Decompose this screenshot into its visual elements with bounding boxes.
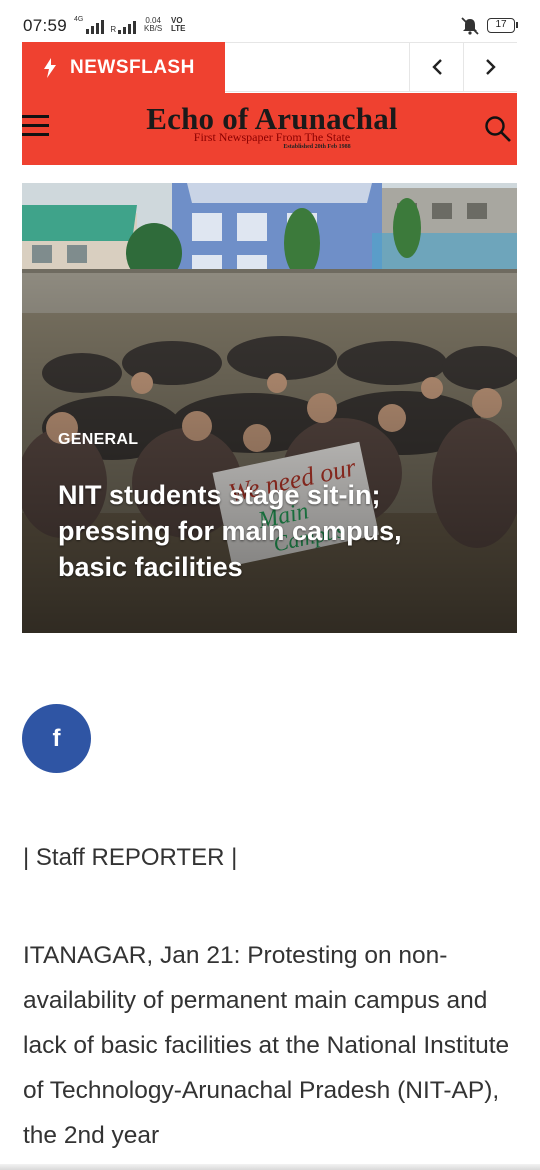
lightning-icon — [44, 57, 56, 78]
facebook-icon: f — [52, 724, 61, 752]
speed-unit: KB/S — [144, 24, 163, 33]
facebook-share-button[interactable]: f — [22, 704, 91, 773]
hero-article[interactable]: We need our Main Campus GENERAL NIT stud… — [22, 183, 517, 633]
signal-icon: 4G R — [74, 16, 137, 34]
search-icon[interactable] — [484, 115, 512, 143]
site-logo[interactable]: Echo of Arunachal First Newspaper From T… — [132, 103, 412, 151]
article-headline[interactable]: NIT students stage sit-in; pressing for … — [58, 477, 458, 585]
battery-icon: 17 — [487, 18, 518, 33]
article-category[interactable]: GENERAL — [58, 431, 138, 449]
menu-icon[interactable] — [22, 115, 49, 139]
volte-indicator: VO LTE — [171, 17, 186, 33]
article-body: ITANAGAR, Jan 21: Protesting on non-avai… — [23, 942, 510, 1149]
chevron-left-icon — [431, 59, 442, 75]
status-time: 07:59 — [23, 16, 68, 35]
chevron-right-icon — [485, 59, 496, 75]
newsflash-label: NEWSFLASH — [22, 42, 225, 93]
newsflash-bar: NEWSFLASH — [22, 42, 517, 93]
status-bar: 07:59 4G R 0.04 KB/S VO LTE 17 — [0, 0, 540, 44]
masthead: Echo of Arunachal First Newspaper From T… — [22, 93, 517, 165]
network-speed: 0.04 KB/S — [144, 17, 162, 33]
bottom-edge — [0, 1164, 540, 1170]
mute-bell-icon — [461, 17, 479, 35]
article-byline: | Staff REPORTER | — [23, 844, 238, 871]
newsflash-next-button[interactable] — [463, 43, 517, 91]
newsflash-text: NEWSFLASH — [70, 56, 195, 78]
logo-established: Established 20th Feb 1988 — [283, 144, 351, 150]
newsflash-prev-button[interactable] — [409, 43, 463, 91]
network-tag: 4G — [74, 16, 84, 23]
volte-bottom: LTE — [171, 24, 186, 33]
